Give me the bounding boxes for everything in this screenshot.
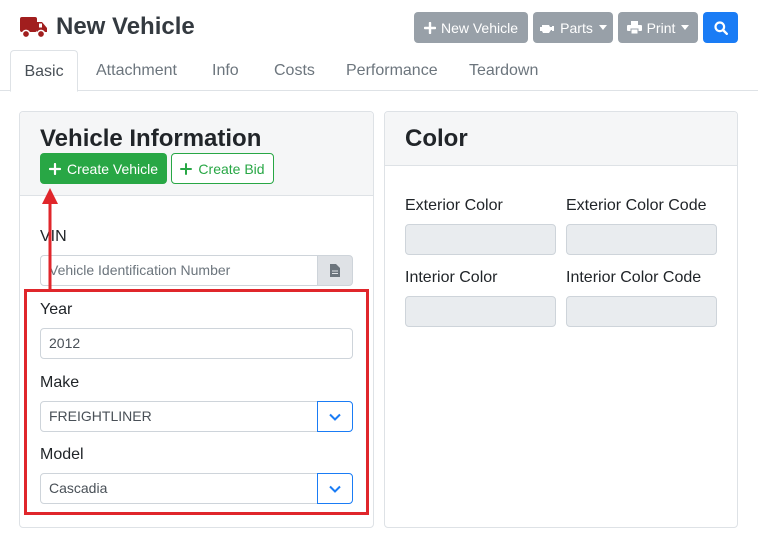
print-label: Print <box>646 19 676 36</box>
vin-input[interactable]: Vehicle Identification Number <box>40 255 318 286</box>
exterior-color-input[interactable] <box>405 224 556 255</box>
interior-color-code-label: Interior Color Code <box>566 269 702 286</box>
plus-icon <box>48 162 61 175</box>
plus-icon <box>180 162 193 175</box>
print-dropdown-button[interactable]: Print <box>618 12 698 43</box>
interior-color-label: Interior Color <box>405 269 498 286</box>
tab-teardown[interactable]: Teardown <box>469 50 538 91</box>
color-title: Color <box>405 125 468 152</box>
caret-down-icon <box>598 25 607 30</box>
tab-basic[interactable]: Basic <box>10 50 78 92</box>
engine-icon <box>540 24 555 33</box>
interior-color-input[interactable] <box>405 296 556 327</box>
interior-color-code-input[interactable] <box>566 296 717 327</box>
create-bid-label: Create Bid <box>198 160 265 177</box>
document-icon <box>330 264 340 277</box>
tab-attachment[interactable]: Attachment <box>96 50 177 91</box>
plus-icon <box>423 21 436 34</box>
new-vehicle-label: New Vehicle <box>440 19 519 36</box>
create-vehicle-label: Create Vehicle <box>66 160 159 177</box>
parts-dropdown-button[interactable]: Parts <box>533 12 613 43</box>
new-vehicle-button[interactable]: New Vehicle <box>414 12 528 43</box>
parts-label: Parts <box>560 19 593 36</box>
create-bid-button[interactable]: Create Bid <box>171 153 274 184</box>
search-button[interactable] <box>703 12 738 43</box>
color-header: Color <box>385 112 737 166</box>
tab-performance[interactable]: Performance <box>346 50 438 91</box>
annotation-arrow <box>42 188 58 290</box>
exterior-color-label: Exterior Color <box>405 197 503 214</box>
tab-bar: Basic Attachment Info Costs Performance … <box>0 50 758 92</box>
page-title: New Vehicle <box>56 13 195 40</box>
vehicle-information-title: Vehicle Information <box>40 125 262 152</box>
exterior-color-code-label: Exterior Color Code <box>566 197 707 214</box>
create-vehicle-button[interactable]: Create Vehicle <box>40 153 167 184</box>
search-icon <box>713 20 728 35</box>
color-card: Color Exterior Color Exterior Color Code… <box>384 111 738 528</box>
tab-costs[interactable]: Costs <box>274 50 315 91</box>
caret-down-icon <box>681 25 690 30</box>
vehicle-information-header: Vehicle Information Create Vehicle Creat… <box>20 112 373 196</box>
tab-info[interactable]: Info <box>212 50 239 91</box>
exterior-color-code-input[interactable] <box>566 224 717 255</box>
vin-lookup-button[interactable] <box>317 255 353 286</box>
truck-icon <box>20 17 47 39</box>
page-header: New Vehicle New Vehicle Parts Print <box>0 0 758 52</box>
highlight-box <box>24 289 369 515</box>
printer-icon <box>626 21 642 34</box>
